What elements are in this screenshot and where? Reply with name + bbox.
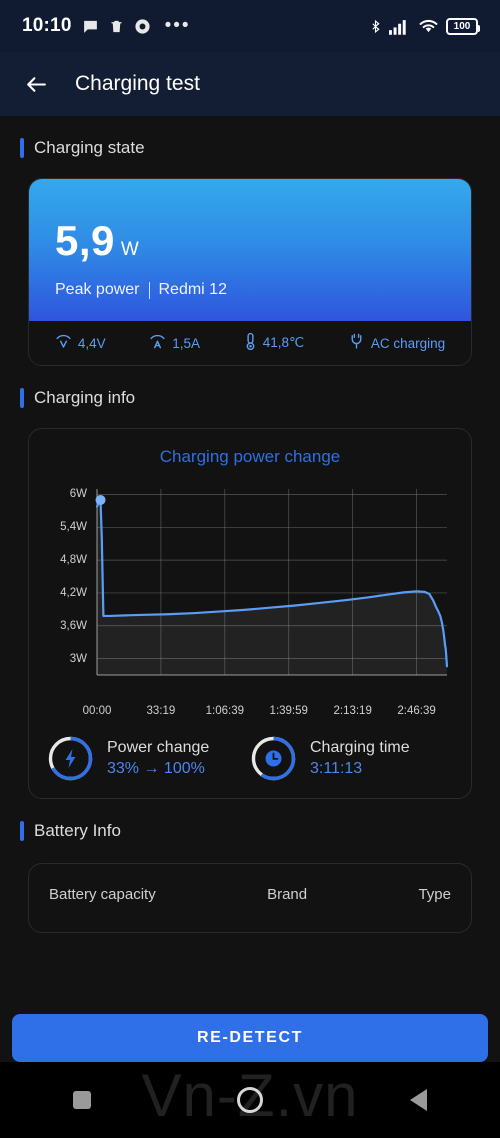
- circle-icon[interactable]: [237, 1087, 264, 1113]
- chart-y-tick: 5,4W: [60, 521, 87, 534]
- charging-state-card: 5,9 W Peak power Redmi 12 4,4V 1,5A 41,8…: [28, 178, 472, 366]
- peak-power-caption: Peak power Redmi 12: [55, 281, 445, 299]
- charging-time-label: Charging time: [310, 739, 410, 756]
- metric-power-change: Power change 33% → 100%: [47, 735, 250, 782]
- temperature-value: 41,8℃: [262, 335, 305, 350]
- status-bar-left: 10:10 •••: [22, 15, 369, 37]
- current-value: 1,5A: [172, 335, 201, 351]
- charging-time-text: Charging time 3:11:13: [310, 739, 410, 778]
- chart-x-tick: 2:46:39: [397, 705, 436, 717]
- stat-current: 1,5A: [149, 333, 200, 354]
- thermometer-icon: [244, 332, 257, 354]
- chart-y-tick: 4,8W: [60, 554, 87, 567]
- charging-metrics: Power change 33% → 100% Charging time 3:…: [39, 735, 461, 782]
- status-time: 10:10: [22, 15, 72, 36]
- battery-info-card: Battery capacity Brand Type: [28, 863, 472, 933]
- chat-bubble-icon: [82, 18, 99, 35]
- chart-x-tick: 2:13:19: [333, 705, 372, 717]
- scroll-content[interactable]: Charging state 5,9W Peak power Redmi 12: [0, 116, 500, 1138]
- section-accent-bar: [20, 138, 24, 158]
- peak-power-value: 5,9: [55, 217, 115, 264]
- chart-y-tick: 3,6W: [60, 619, 87, 632]
- peak-power-unit: W: [120, 239, 140, 260]
- status-bar: 10:10 ••• 100: [0, 0, 500, 52]
- charge-source-value: AC charging: [370, 335, 446, 351]
- chart-x-tick: 1:06:39: [205, 705, 244, 717]
- power-change-label: Power change: [107, 739, 210, 756]
- stat-charge-source: AC charging: [348, 332, 445, 354]
- charging-stats-row: 4,4V 1,5A 41,8℃ AC charging: [29, 321, 471, 365]
- battery-type-label: Type: [418, 886, 451, 903]
- section-accent-bar: [20, 821, 24, 841]
- battery-brand-label: Brand: [267, 886, 308, 903]
- section-header-battery-info: Battery Info: [0, 799, 500, 841]
- section-label: Charging info: [34, 388, 136, 407]
- overflow-dots-icon: •••: [164, 15, 191, 37]
- section-header-charging-info: Charging info: [0, 366, 500, 408]
- charging-power-chart: 6W 5,4W 4,8W 4,2W 3,6W 3W: [39, 479, 461, 701]
- section-header-charging-state: Charging state: [0, 116, 500, 158]
- voltage-icon: [55, 333, 72, 354]
- chart-x-tick: 1:39:59: [269, 705, 308, 717]
- chart-title: Charging power change: [159, 447, 341, 466]
- status-bar-right: 100: [369, 17, 480, 36]
- battery-info-row: Battery capacity Brand Type: [49, 886, 451, 903]
- battery-status-icon: 100: [446, 17, 480, 35]
- current-icon: [149, 333, 166, 354]
- re-detect-button[interactable]: RE-DETECT: [12, 1014, 488, 1062]
- back-arrow-icon[interactable]: [24, 72, 49, 97]
- chart-x-tick: 33:19: [146, 705, 176, 717]
- stat-temperature: 41,8℃: [244, 332, 304, 354]
- triangle-back-icon[interactable]: [409, 1089, 427, 1111]
- bluetooth-icon: [369, 17, 382, 36]
- chart-y-tick: 3W: [69, 652, 87, 665]
- peak-power-label: Peak power: [55, 281, 140, 298]
- plug-icon: [348, 332, 365, 354]
- stat-voltage: 4,4V: [55, 333, 106, 354]
- lightning-bolt-icon: [65, 749, 76, 768]
- app-bar: Charging test: [0, 52, 500, 116]
- section-label: Battery Info: [34, 821, 121, 840]
- chart-y-tick: 4,2W: [60, 586, 87, 599]
- browser-icon: [134, 18, 151, 35]
- metric-charging-time: Charging time 3:11:13: [250, 735, 453, 782]
- charging-info-card: Charging power change 6W 5,4W 4,8W 4,2W 3,6W…: [28, 428, 472, 799]
- chart-x-tick: 00:00: [82, 705, 112, 717]
- page-title: Charging test: [75, 72, 200, 95]
- battery-capacity-label: Battery capacity: [49, 886, 156, 903]
- power-change-ring: [47, 735, 94, 782]
- phone-screen: 10:10 ••• 100 Charging test Charging sta…: [0, 0, 500, 1138]
- square-icon[interactable]: [73, 1091, 92, 1109]
- caption-divider: [148, 281, 150, 299]
- bottom-action-bar: RE-DETECT: [0, 1014, 500, 1062]
- power-change-value: 33% → 100%: [107, 760, 205, 777]
- charging-time-value: 3:11:13: [310, 760, 363, 777]
- voltage-value: 4,4V: [77, 335, 106, 351]
- section-label: Charging state: [34, 138, 145, 157]
- power-change-text: Power change 33% → 100%: [107, 739, 209, 778]
- clock-icon: [265, 750, 282, 767]
- chart-x-axis-labels: 00:00 33:19 1:06:39 1:39:59 2:13:19 2:46:39: [39, 701, 461, 721]
- navigation-bar: [0, 1062, 500, 1138]
- chart-y-tick: 6W: [69, 488, 87, 501]
- wifi-icon: [418, 18, 439, 34]
- charging-time-ring: [250, 735, 297, 782]
- chart-canvas: [95, 489, 449, 676]
- trash-icon: [109, 18, 124, 35]
- peak-power-value-row: 5,9 W: [55, 217, 445, 265]
- battery-level-text: 100: [453, 20, 471, 32]
- device-model: Redmi 12: [158, 281, 227, 298]
- signal-bars-icon: [389, 18, 411, 35]
- peak-power-panel: 5,9 W Peak power Redmi 12: [29, 179, 471, 321]
- section-accent-bar: [20, 388, 24, 408]
